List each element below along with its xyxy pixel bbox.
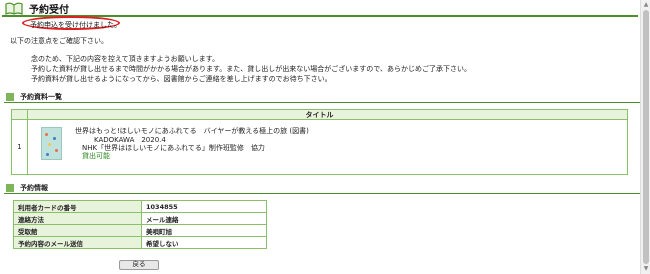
section-marker-icon — [6, 93, 14, 101]
note-line: 予約した資料が貸し出せるまで時間がかかる場合があります。また、貸し出しが出来ない… — [31, 65, 472, 73]
table-row: 利用者カードの番号 1034855 — [13, 200, 267, 213]
reservation-complete-notice: 予約申込を受け付けました。 — [30, 21, 121, 29]
note-line: 念のため、下記の内容を控えて頂きますようお願いします。 — [31, 55, 219, 63]
info-key: 予約内容のメール送信 — [13, 236, 142, 249]
availability-status: 貸出可能 — [82, 152, 110, 160]
reservation-info-section-title: 予約情報 — [4, 183, 640, 194]
info-key: 受取館 — [13, 224, 142, 237]
table-row: 予約内容のメール送信 希望しない — [13, 236, 267, 249]
scrollbar-thumb[interactable] — [643, 10, 649, 264]
book-cover-thumbnail — [41, 127, 62, 160]
reservation-info-table: 利用者カードの番号 1034855 連絡方法 メール連絡 受取館 美唄町旭 予約… — [13, 200, 267, 249]
table-row: 受取館 美唄町旭 — [13, 224, 267, 237]
back-button[interactable]: 戻る — [119, 260, 159, 270]
page-header: 予約受付 — [2, 1, 638, 17]
info-value: 美唄町旭 — [141, 224, 267, 237]
reserved-items-table: タイトル 1 世界はもっと!ほしいモノにあふれてる バイヤーが教える極上の旅 (… — [11, 109, 628, 175]
notes-list: 念のため、下記の内容を控えて頂きますようお願いします。 予約した資料が貸し出せる… — [31, 54, 471, 84]
table-row: 連絡方法 メール連絡 — [13, 212, 267, 225]
info-value: メール連絡 — [141, 212, 267, 225]
table-header: タイトル — [12, 110, 627, 120]
open-book-icon — [5, 2, 23, 15]
section-marker-icon — [6, 184, 14, 192]
page-title: 予約受付 — [29, 4, 69, 16]
scroll-up-arrow-icon[interactable]: ▲ — [642, 1, 650, 9]
info-value: 1034855 — [141, 200, 267, 213]
info-key: 利用者カードの番号 — [13, 200, 142, 213]
intro-text: 以下の注意点をご確認下さい。 — [10, 37, 108, 45]
scroll-down-arrow-icon[interactable]: ▼ — [642, 265, 650, 273]
row-number: 1 — [12, 120, 28, 175]
vertical-scrollbar[interactable]: ▲ ▼ — [640, 0, 650, 274]
column-title-header: タイトル — [305, 111, 334, 119]
info-key: 連絡方法 — [13, 212, 142, 225]
note-line: 予約資料が貸し出せるようになってから、図書館からご連絡を差し上げますのでお待ち下… — [31, 75, 332, 83]
info-value: 希望しない — [141, 236, 267, 249]
reserved-items-section-title: 予約資料一覧 — [4, 92, 640, 103]
